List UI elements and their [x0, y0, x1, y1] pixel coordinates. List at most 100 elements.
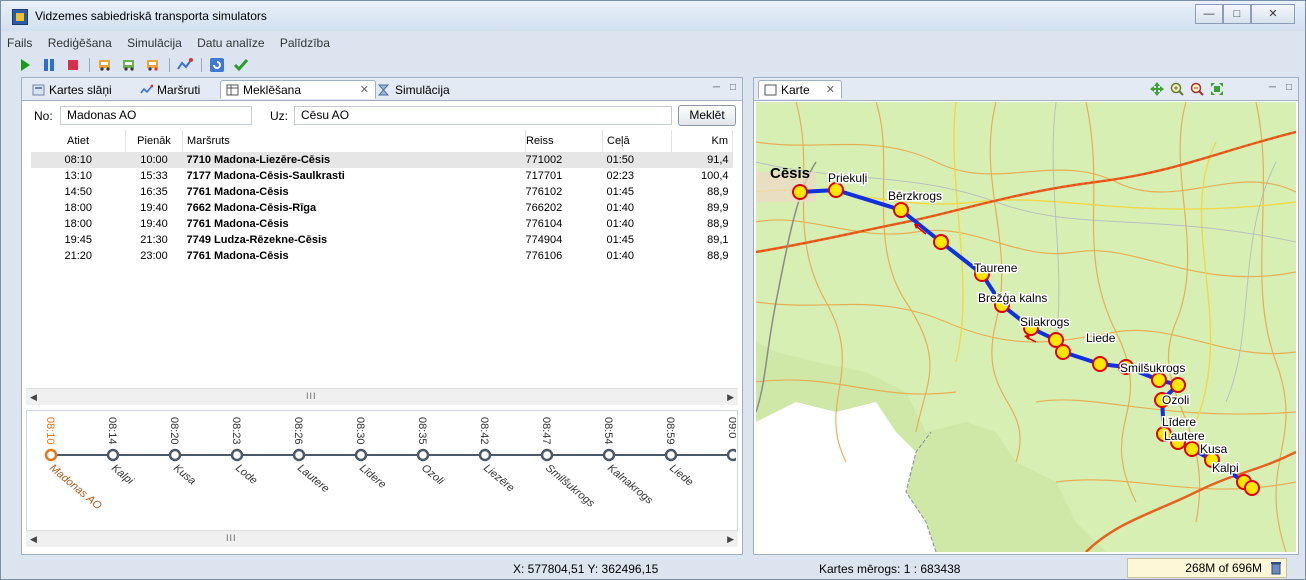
maximize-button[interactable]: □ — [1223, 4, 1251, 24]
close-button[interactable]: ✕ — [1251, 4, 1295, 24]
timeline-stop-marker[interactable] — [664, 448, 678, 462]
timeline-stop-marker[interactable] — [540, 448, 554, 462]
tab-routes[interactable]: Maršruti — [136, 80, 207, 99]
tab-search[interactable]: Meklēšana ✕ — [220, 80, 376, 99]
timeline-stop-name: Līdere — [357, 462, 388, 491]
timeline-stop-marker[interactable] — [106, 448, 120, 462]
timeline-stop-name: Kalpi — [109, 462, 136, 487]
tab-close-icon[interactable]: ✕ — [360, 81, 369, 100]
timeline-stop-name: Smilšukrogs — [543, 462, 597, 510]
stop-icon[interactable] — [65, 57, 81, 73]
to-field[interactable]: Cēsu AO — [294, 106, 672, 125]
scroll-left-icon[interactable]: ◀ — [30, 392, 37, 403]
minimize-button[interactable]: — — [1195, 4, 1223, 24]
bus-remove-icon[interactable] — [145, 57, 161, 73]
search-button[interactable]: Meklēt — [678, 105, 736, 126]
zoom-extent-icon[interactable] — [1210, 82, 1224, 96]
map-stop-marker[interactable] — [828, 182, 844, 198]
table-row[interactable]: 18:00 19:40 7662 Madona-Cēsis-Rīga 766202 01… — [31, 200, 733, 216]
timeline-stop-marker[interactable] — [602, 448, 616, 462]
timeline-time: 08:54 — [602, 417, 614, 445]
table-row[interactable]: 18:00 19:40 7761 Madona-Cēsis 776104 01:40 88… — [31, 216, 733, 232]
map-stop-marker[interactable] — [1170, 377, 1186, 393]
map-maximize-panel-icon[interactable]: □ — [1286, 82, 1292, 93]
scroll-right-icon[interactable]: ▶ — [727, 392, 734, 403]
pan-icon[interactable] — [1150, 82, 1164, 96]
zoom-out-icon[interactable] — [1190, 82, 1204, 96]
memory-indicator[interactable]: 268M of 696M — [1127, 558, 1287, 578]
map-minimize-panel-icon[interactable]: ─ — [1269, 82, 1276, 93]
timeline-stop-marker[interactable] — [416, 448, 430, 462]
timeline-scroll-left-icon[interactable]: ◀ — [30, 534, 37, 545]
menu-bar: Fails Rediģēšana Simulācija Datu analīze… — [1, 33, 1305, 53]
trash-icon[interactable] — [1270, 561, 1282, 575]
col-header-trip[interactable]: Reiss — [525, 130, 603, 152]
memory-readout: 268M of 696M — [1185, 561, 1262, 575]
timeline-stop-marker[interactable] — [292, 448, 306, 462]
arrive-cell: 16:35 — [140, 186, 168, 198]
timeline-stop-marker[interactable] — [44, 448, 58, 462]
map-canvas[interactable]: Cēsis Priekuļi Bērzkrogs Taurene Brežģa kal… — [756, 102, 1296, 552]
minimize-panel-icon[interactable]: ─ — [713, 82, 720, 93]
menu-simulation[interactable]: Simulācija — [121, 33, 188, 53]
map-tab-close-icon[interactable]: ✕ — [826, 81, 835, 100]
table-row[interactable]: 13:10 15:33 7177 Madona-Cēsis-Saulkrasti 71… — [31, 168, 733, 184]
tab-map[interactable]: Karte ✕ — [758, 80, 842, 99]
col-header-route[interactable]: Maršruts — [182, 130, 526, 152]
map-stop-marker[interactable] — [1055, 344, 1071, 360]
tab-map-layers[interactable]: Kartes slāņi — [26, 80, 119, 99]
table-row[interactable]: 19:45 21:30 7749 Ludza-Rēzekne-Cēsis 774904… — [31, 232, 733, 248]
table-row[interactable]: 14:50 16:35 7761 Madona-Cēsis 776102 01:45 88… — [31, 184, 733, 200]
timeline-stop-marker[interactable] — [168, 448, 182, 462]
from-field[interactable]: Madonas AO — [60, 106, 252, 125]
depart-cell: 18:00 — [64, 218, 93, 230]
timeline-time: 08:20 — [168, 417, 180, 445]
app-icon — [12, 9, 28, 25]
map-stop-marker[interactable] — [893, 202, 909, 218]
timeline-stop-marker[interactable] — [478, 448, 492, 462]
arrive-cell: 23:00 — [140, 250, 168, 262]
col-header-arrive[interactable]: Pienāk — [125, 130, 183, 152]
duration-cell: 01:40 — [606, 218, 635, 230]
depart-cell: 21:20 — [64, 250, 93, 262]
maximize-panel-icon[interactable]: □ — [730, 82, 736, 93]
col-header-depart[interactable]: Atiet — [31, 130, 126, 152]
map-stop-marker[interactable] — [792, 184, 808, 200]
play-icon[interactable] — [17, 57, 33, 73]
stop-timeline: 08:10 08:14 08:20 08:23 08:26 08:30 08:35 08:42… — [44, 417, 736, 513]
timeline-scroll-right-icon[interactable]: ▶ — [727, 534, 734, 545]
table-horizontal-scrollbar[interactable]: ◀ III ▶ — [26, 388, 738, 405]
check-icon[interactable] — [233, 57, 249, 73]
timeline-stop-marker[interactable] — [230, 448, 244, 462]
to-label: Uz: — [270, 109, 288, 123]
menu-edit[interactable]: Rediģēšana — [42, 33, 118, 53]
routes-icon — [140, 84, 153, 94]
map-stop-marker[interactable] — [1092, 356, 1108, 372]
refresh-icon[interactable] — [209, 57, 225, 73]
map-stop-marker[interactable] — [1244, 480, 1260, 496]
trip-cell: 774904 — [525, 234, 563, 246]
menu-help[interactable]: Palīdzība — [274, 33, 336, 53]
table-row[interactable]: 08:10 10:00 7710 Madona-Liezēre-Cēsis 77100… — [31, 152, 733, 168]
duration-cell: 01:40 — [606, 250, 635, 262]
pause-icon[interactable] — [41, 57, 57, 73]
route-icon[interactable] — [177, 57, 193, 73]
map-stop-marker[interactable] — [933, 234, 949, 250]
timeline-stop-marker[interactable] — [354, 448, 368, 462]
table-row[interactable]: 21:20 23:00 7761 Madona-Cēsis 776106 01:40 88… — [31, 248, 733, 264]
tab-simulation[interactable]: Simulācija — [370, 80, 457, 99]
zoom-in-icon[interactable] — [1170, 82, 1184, 96]
route-cell: 7177 Madona-Cēsis-Saulkrasti — [186, 170, 345, 182]
tab-search-label: Meklēšana — [243, 83, 302, 97]
col-header-duration[interactable]: Ceļā — [602, 130, 672, 152]
map-stop-marker[interactable] — [1151, 372, 1167, 388]
col-header-km[interactable]: Km — [671, 130, 733, 152]
bus-edit-icon[interactable] — [121, 57, 137, 73]
bus-add-icon[interactable] — [97, 57, 113, 73]
menu-file[interactable]: Fails — [1, 33, 38, 53]
map-stop-label: Kalpi — [1212, 461, 1239, 475]
menu-data-analysis[interactable]: Datu analīze — [191, 33, 270, 53]
arrive-cell: 15:33 — [140, 170, 168, 182]
timeline-stop-marker[interactable] — [726, 448, 736, 462]
map-stop-marker[interactable] — [1184, 441, 1200, 457]
